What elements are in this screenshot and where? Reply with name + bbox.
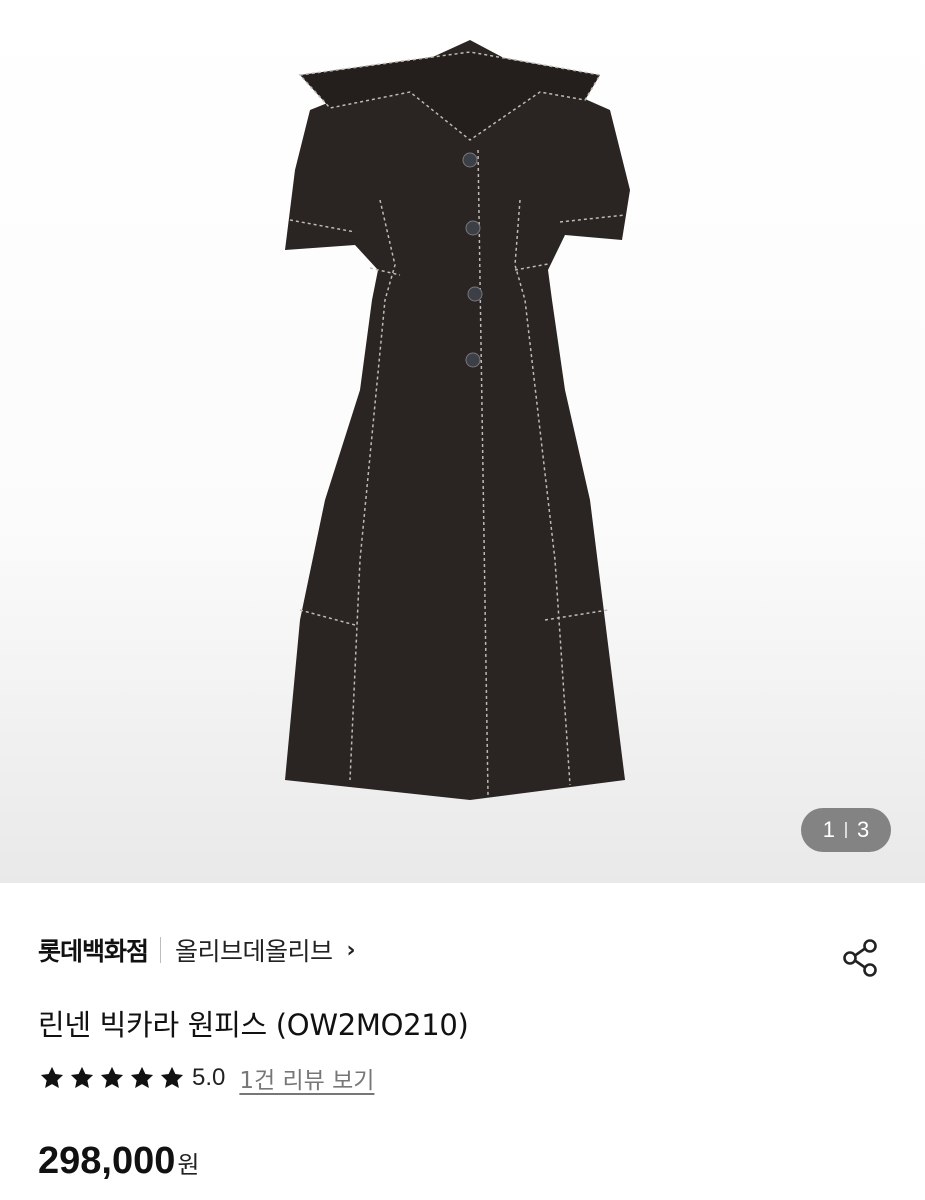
product-title: 린넨 빅카라 원피스 (OW2MO210) <box>38 1008 469 1042</box>
image-pager-indicator: 1 3 <box>801 808 891 852</box>
price-currency: 원 <box>177 1151 200 1179</box>
star-icon <box>100 1066 124 1089</box>
share-button[interactable] <box>842 938 878 978</box>
product-price: 298,000 <box>38 1140 176 1182</box>
star-icon <box>70 1066 94 1089</box>
rating-row: 5.0 1건 리뷰 보기 <box>38 1060 374 1096</box>
pager-separator <box>845 822 847 838</box>
brand-divider <box>160 937 162 963</box>
dress-product-image <box>285 40 630 800</box>
brand-link[interactable]: 올리브데올리브 › <box>175 932 356 968</box>
store-name[interactable]: 롯데백화점 <box>38 932 149 968</box>
pager-current: 1 <box>822 817 835 842</box>
rating-score: 5.0 <box>192 1064 226 1091</box>
star-icon <box>160 1066 184 1089</box>
rating-stars <box>38 1064 186 1092</box>
chevron-right-icon: › <box>346 937 356 963</box>
star-icon <box>130 1066 154 1089</box>
star-icon <box>40 1066 64 1089</box>
reviews-link[interactable]: 1건 리뷰 보기 <box>239 1061 374 1095</box>
pager-total: 3 <box>857 817 870 842</box>
brand-row: 롯데백화점 올리브데올리브 › <box>38 930 356 970</box>
price-row: 298,000 원 <box>38 1140 199 1183</box>
brand-name: 올리브데올리브 <box>175 937 333 966</box>
share-icon <box>843 939 877 977</box>
product-image-gallery[interactable]: 1 3 <box>0 0 925 883</box>
